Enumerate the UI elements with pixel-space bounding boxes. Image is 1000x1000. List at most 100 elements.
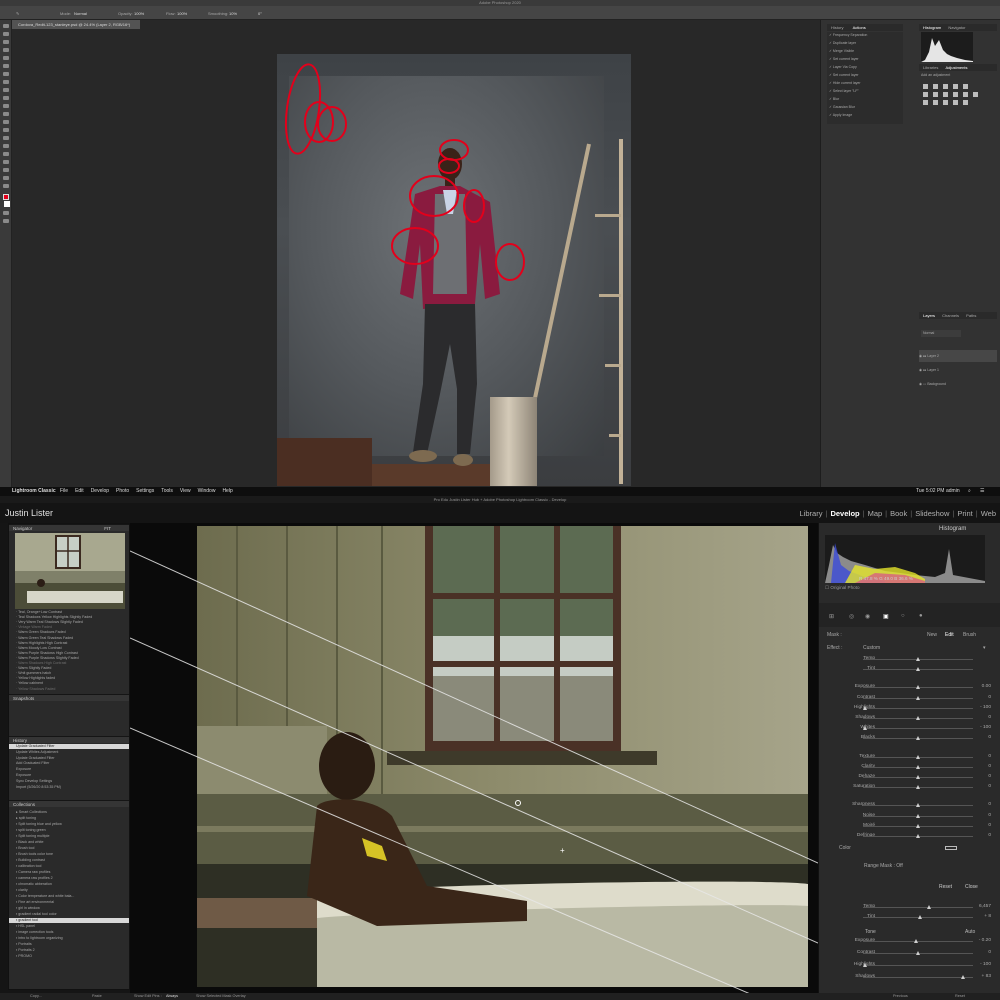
slider-track[interactable] (863, 785, 973, 790)
collection-item[interactable]: ▪ Portraits (9, 942, 129, 947)
gradient-tool-icon[interactable] (2, 112, 9, 116)
reset-button[interactable]: Reset (939, 884, 952, 890)
tab-navigator[interactable]: Navigator (948, 25, 965, 30)
preset-item[interactable]: · Yellow Shadows Faded (9, 687, 129, 692)
slider-value[interactable]: 0 (988, 763, 991, 771)
slider-knob[interactable] (863, 705, 868, 710)
collection-item[interactable]: ▪ Camera raw profiles (9, 870, 129, 875)
slider-track[interactable] (863, 813, 973, 818)
mask-brush-button[interactable]: Brush (963, 632, 976, 638)
show-mask-overlay-checkbox[interactable]: Show Selected Mask Overlay (196, 993, 246, 1000)
slider-exposure[interactable]: Exposure0.00 (823, 683, 991, 691)
tab-adjustments[interactable]: Adjustments (945, 65, 967, 70)
slider-shadows[interactable]: Shadows0 (823, 714, 991, 722)
slider-clarity[interactable]: Clarity0 (823, 763, 991, 771)
menu-settings[interactable]: Settings (136, 488, 154, 494)
marquee-tool-icon[interactable] (2, 32, 9, 36)
slider-defringe[interactable]: Defringe0 (823, 832, 991, 840)
crop-overlay-icon[interactable]: ⊞ (829, 613, 834, 620)
slider-track[interactable] (863, 764, 973, 769)
menu-photo[interactable]: Photo (116, 488, 129, 494)
slider-sharpness[interactable]: Sharpness0 (823, 801, 991, 809)
slider-knob[interactable] (916, 685, 920, 690)
menu-file[interactable]: File (60, 488, 68, 494)
slider-value[interactable]: 0 (988, 812, 991, 820)
slider-blacks[interactable]: Blacks0 (823, 734, 991, 742)
action-item[interactable]: ✓ Apply Image (829, 112, 903, 119)
lasso-tool-icon[interactable] (2, 40, 9, 44)
tab-channels[interactable]: Channels (942, 313, 959, 318)
foreground-color-swatch[interactable] (2, 194, 9, 200)
crop-tool-icon[interactable] (2, 56, 9, 60)
slider-whites[interactable]: Whites- 100 (823, 724, 991, 732)
slider-track[interactable] (863, 716, 973, 720)
collection-item[interactable]: ▪ Fine art environmental (9, 900, 129, 905)
history-brush-tool-icon[interactable] (2, 96, 9, 100)
smoothing-field[interactable]: 10% (229, 11, 237, 16)
slider-track[interactable] (863, 803, 973, 808)
slider-track[interactable] (863, 726, 973, 731)
slider-knob[interactable] (916, 834, 920, 838)
more-tools-icon[interactable] (2, 184, 9, 188)
slider-track[interactable] (863, 685, 973, 690)
document-tab[interactable]: Cordova_Redit-123_stanleye.psd @ 24.4% (… (12, 20, 140, 29)
slider-track[interactable] (863, 905, 973, 909)
zoom-tool-icon[interactable] (2, 176, 9, 180)
collection-item[interactable]: ▪ Split toning multiple (9, 834, 129, 839)
navigator-preview[interactable] (15, 533, 125, 609)
screen-mode-icon[interactable] (2, 219, 9, 223)
collections-header[interactable]: Collections (9, 800, 129, 807)
collection-item[interactable]: ▪ clarity (9, 888, 129, 893)
eyedropper-tool-icon[interactable] (2, 64, 9, 68)
tone-auto-button[interactable]: Auto (965, 929, 975, 935)
reset-settings-button[interactable]: Reset (955, 993, 965, 1000)
collection-item[interactable]: ▪ gradient tool (9, 918, 129, 924)
slider-knob[interactable] (916, 775, 920, 779)
action-item[interactable]: ✓ Set current layer (829, 72, 903, 79)
history-item[interactable]: Import (5/26/20 8:53:35 PM) (9, 785, 129, 790)
slider-saturation[interactable]: Saturation0 (823, 783, 991, 791)
adjustment-icons-grid[interactable] (921, 82, 981, 108)
slider-temp[interactable]: Temp6,457 (823, 903, 991, 911)
slider-temp[interactable]: Temp (823, 655, 991, 663)
collection-item[interactable]: ▪ Brush tool (9, 846, 129, 851)
graduated-filter-overlay[interactable]: + (130, 523, 818, 993)
collection-item[interactable]: ▪ camera raw profiles 2 (9, 876, 129, 881)
adjustment-brush-icon[interactable]: ● (919, 613, 923, 619)
angle-field[interactable]: 0° (258, 11, 262, 16)
history-item[interactable]: Exposure (9, 773, 129, 778)
collection-item[interactable]: ▪ split toning green (9, 828, 129, 833)
menu-window[interactable]: Window (198, 488, 216, 494)
blend-mode-select[interactable]: Normal (921, 330, 961, 337)
slider-track[interactable] (863, 823, 973, 828)
menu-help[interactable]: Help (222, 488, 232, 494)
slider-value[interactable]: 0 (988, 734, 991, 742)
slider-exposure[interactable]: Exposure- 0.20 (823, 937, 991, 945)
slider-knob[interactable] (916, 823, 920, 828)
slider-track[interactable] (863, 775, 973, 779)
menubar-user[interactable]: admin (946, 487, 960, 496)
action-item[interactable]: ✓ Layer Via Copy (829, 64, 903, 71)
slider-highlights[interactable]: Highlights- 100 (823, 704, 991, 712)
red-eye-icon[interactable]: ◉ (865, 613, 870, 620)
history-item[interactable]: Update Whites Adjustment (9, 750, 129, 755)
slider-track[interactable] (863, 963, 973, 967)
collection-item[interactable]: ▪ Color temperature and white bala... (9, 894, 129, 899)
document-canvas-photo[interactable] (277, 54, 631, 486)
slider-knob[interactable] (916, 785, 920, 790)
slider-knob[interactable] (916, 736, 920, 741)
slider-track[interactable] (863, 754, 973, 759)
collection-item[interactable]: ▪ gradient radial tool color (9, 912, 129, 917)
slider-dehaze[interactable]: Dehaze0 (823, 773, 991, 781)
eraser-tool-icon[interactable] (2, 104, 9, 108)
slider-value[interactable]: - 100 (980, 704, 991, 712)
action-item[interactable]: ✓ Hide current layer (829, 80, 903, 87)
slider-value[interactable]: + 83 (982, 973, 991, 981)
collection-item[interactable]: ▸ Smart Collections (9, 810, 129, 815)
module-slideshow[interactable]: Slideshow (915, 509, 949, 518)
collection-item[interactable]: ▸ split toning (9, 816, 129, 821)
layer-row[interactable]: ◉ ▭ Layer 1 (919, 364, 997, 376)
slider-track[interactable] (863, 667, 973, 672)
slider-track[interactable] (863, 657, 973, 661)
slider-value[interactable]: 0 (988, 773, 991, 781)
